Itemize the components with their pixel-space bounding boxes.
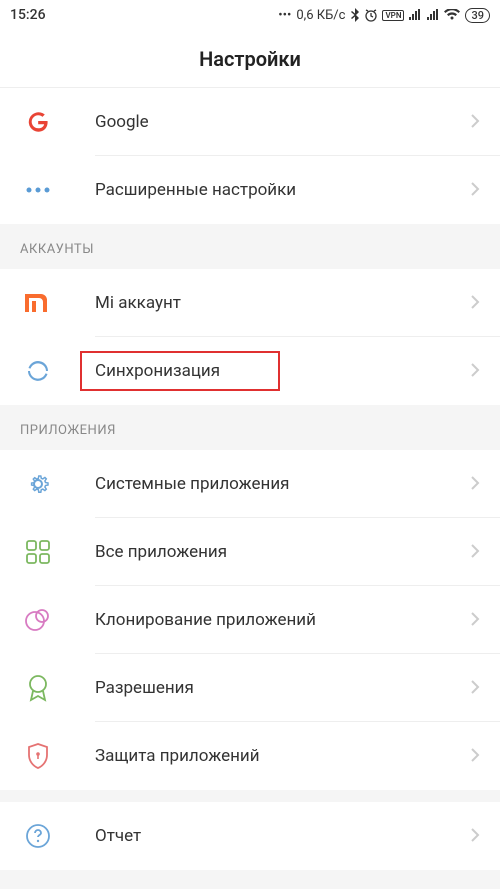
- mi-icon: [20, 285, 56, 321]
- item-system-apps[interactable]: Системные приложения: [0, 450, 500, 518]
- page-title: Настройки: [0, 30, 500, 88]
- question-icon: [20, 818, 56, 854]
- chevron-right-icon: [470, 472, 480, 496]
- item-label: Отчет: [95, 826, 470, 846]
- signal-icon-2: [426, 9, 440, 21]
- item-label: Клонирование приложений: [95, 610, 470, 630]
- status-time: 15:26: [10, 7, 46, 23]
- item-label: Синхронизация: [95, 361, 470, 381]
- chevron-right-icon: [470, 178, 480, 202]
- item-label: Разрешения: [95, 678, 470, 698]
- badge-icon: [20, 670, 56, 706]
- google-icon: [20, 104, 56, 140]
- status-icons: VPN: [350, 8, 460, 22]
- shield-lock-icon: [20, 738, 56, 774]
- chevron-right-icon: [470, 744, 480, 768]
- accounts-header: АККАУНТЫ: [0, 224, 500, 269]
- signal-icon-1: [408, 9, 422, 21]
- item-label: Все приложения: [95, 542, 470, 562]
- status-right: ••• 0,6 КБ/с VPN 39: [278, 8, 490, 23]
- top-list: Google Расширенные настройки: [0, 88, 500, 224]
- sync-icon: [20, 353, 56, 389]
- more-icon: [20, 172, 56, 208]
- spacer: [0, 790, 500, 802]
- item-sync[interactable]: Синхронизация: [0, 337, 500, 405]
- item-app-protection[interactable]: Защита приложений: [0, 722, 500, 790]
- item-label: Защита приложений: [95, 746, 470, 766]
- chevron-right-icon: [470, 110, 480, 134]
- item-label: Google: [95, 112, 470, 132]
- item-google[interactable]: Google: [0, 88, 500, 156]
- item-label: Системные приложения: [95, 474, 470, 494]
- item-report[interactable]: Отчет: [0, 802, 500, 870]
- chevron-right-icon: [470, 676, 480, 700]
- item-label: Расширенные настройки: [95, 180, 470, 200]
- battery-icon: 39: [465, 8, 490, 23]
- status-speed: 0,6 КБ/с: [296, 8, 345, 23]
- apps-header: ПРИЛОЖЕНИЯ: [0, 405, 500, 450]
- chevron-right-icon: [470, 824, 480, 848]
- item-label: Mi аккаунт: [95, 293, 470, 313]
- wifi-icon: [444, 9, 460, 21]
- chevron-right-icon: [470, 359, 480, 383]
- chevron-right-icon: [470, 608, 480, 632]
- item-clone-apps[interactable]: Клонирование приложений: [0, 586, 500, 654]
- status-bar: 15:26 ••• 0,6 КБ/с VPN 39: [0, 0, 500, 30]
- alarm-icon: [364, 8, 378, 22]
- apps-grid-icon: [20, 534, 56, 570]
- apps-list: Системные приложения Все приложения Клон…: [0, 450, 500, 790]
- chevron-right-icon: [470, 291, 480, 315]
- item-advanced[interactable]: Расширенные настройки: [0, 156, 500, 224]
- item-permissions[interactable]: Разрешения: [0, 654, 500, 722]
- vpn-icon: VPN: [382, 10, 404, 21]
- clone-icon: [20, 602, 56, 638]
- item-all-apps[interactable]: Все приложения: [0, 518, 500, 586]
- item-mi-account[interactable]: Mi аккаунт: [0, 269, 500, 337]
- gear-icon: [20, 466, 56, 502]
- accounts-list: Mi аккаунт Синхронизация: [0, 269, 500, 405]
- bluetooth-icon: [350, 8, 360, 22]
- report-list: Отчет: [0, 802, 500, 870]
- chevron-right-icon: [470, 540, 480, 564]
- status-dots: •••: [278, 8, 291, 23]
